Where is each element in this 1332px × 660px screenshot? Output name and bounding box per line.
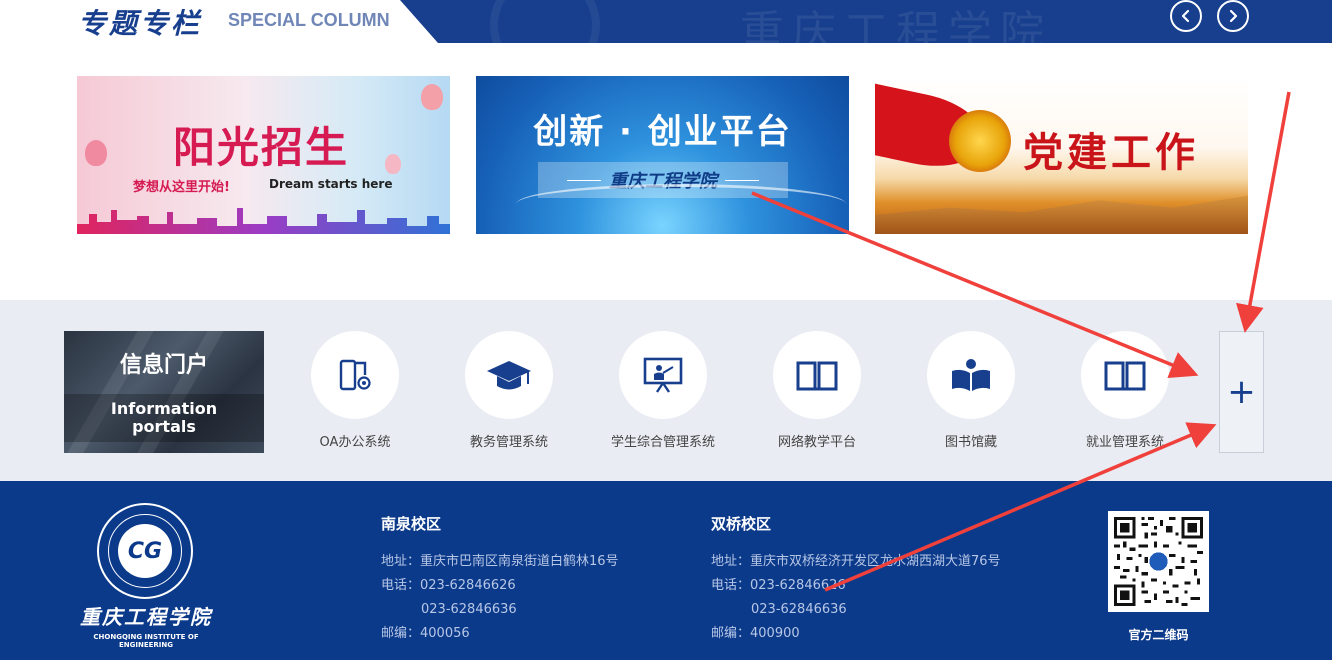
balloon <box>85 140 107 166</box>
open-book-icon <box>1104 361 1146 391</box>
banner-admissions-title: 阳光招生 <box>173 123 350 172</box>
school-logo: CG 重庆工程学院 CHONGQING INSTITUTE OF ENGINEE… <box>80 501 220 651</box>
next-button[interactable] <box>1217 0 1249 32</box>
cie-emblem-icon: CG <box>118 524 172 578</box>
system-label: OA办公系统 <box>319 435 391 450</box>
more-systems-button[interactable]: + <box>1219 331 1264 453</box>
system-student[interactable]: 学生综合管理系统 <box>593 331 733 450</box>
watermark-emblem <box>490 0 600 43</box>
system-icon-circle <box>465 331 553 419</box>
information-portal: 信息门户 Information portals OA办公系统 教务管理系统 学… <box>0 300 1332 481</box>
qr-code-icon <box>1114 517 1203 606</box>
portal-logo-en-line1: Information <box>110 399 218 418</box>
banner-innovation-title: 创新 · 创业平台 <box>533 112 792 152</box>
special-column-header: 专题专栏 SPECIAL COLUMN 重庆工程学院 <box>0 0 1332 43</box>
banner-admissions[interactable]: 阳光招生 梦想从这里开始! Dream starts here <box>77 76 450 234</box>
system-icon-circle <box>773 331 861 419</box>
portal-logo: 信息门户 Information portals <box>64 331 264 453</box>
system-icon-circle <box>311 331 399 419</box>
campus-shuangqiao: 双桥校区 地址：重庆市双桥经济开发区龙水湖西湖大道76号 电话：023-6284… <box>711 513 1001 646</box>
banner-party-title: 党建工作 <box>1023 129 1199 176</box>
footer: CG 重庆工程学院 CHONGQING INSTITUTE OF ENGINEE… <box>0 481 1332 660</box>
balloon <box>385 154 401 174</box>
reader-book-icon <box>952 359 990 391</box>
balloon <box>421 84 443 110</box>
system-icon-circle <box>619 331 707 419</box>
campus-address: 地址：重庆市巴南区南泉街道白鹤林16号 <box>381 554 619 569</box>
system-label: 教务管理系统 <box>469 435 548 450</box>
campus-postcode: 邮编：400900 <box>711 626 800 641</box>
system-icon-circle <box>1081 331 1169 419</box>
chevron-left-icon <box>1181 9 1190 23</box>
presentation-board-icon <box>643 357 683 393</box>
campus-address: 地址：重庆市双桥经济开发区龙水湖西湖大道76号 <box>711 554 1001 569</box>
open-book-icon <box>796 361 838 391</box>
system-label: 就业管理系统 <box>1085 435 1164 450</box>
campus-phone-2: 023-62846636 <box>421 602 517 617</box>
system-oa[interactable]: OA办公系统 <box>285 331 425 450</box>
chevron-right-icon <box>1229 9 1238 23</box>
watermark-text: 重庆工程学院 <box>740 7 1052 43</box>
system-label: 网络教学平台 <box>777 435 856 450</box>
portal-logo-title-cn: 信息门户 <box>119 353 208 378</box>
oa-document-icon <box>339 359 371 391</box>
campus-postcode: 邮编：400056 <box>381 626 470 641</box>
qr-code-label: 官方二维码 <box>1128 628 1189 642</box>
school-name-cn: 重庆工程学院 <box>80 605 212 629</box>
system-label: 学生综合管理系统 <box>610 435 715 450</box>
page: 专题专栏 SPECIAL COLUMN 重庆工程学院 阳光招生 梦想从这里开始!… <box>0 0 1332 660</box>
system-library[interactable]: 图书馆藏 <box>901 331 1041 450</box>
city-skyline <box>77 208 450 234</box>
banner-party-building[interactable]: 党建工作 <box>875 76 1248 234</box>
great-wall-image <box>875 195 1248 234</box>
system-label: 图书馆藏 <box>944 435 997 450</box>
campus-phone-2: 023-62846636 <box>751 602 847 617</box>
campus-name: 双桥校区 <box>711 515 772 533</box>
campus-phone: 电话：023-62846626 <box>711 578 846 593</box>
banner-admissions-subtitle-en: Dream starts here <box>269 177 393 191</box>
system-icon-circle <box>927 331 1015 419</box>
campus-nanquan: 南泉校区 地址：重庆市巴南区南泉街道白鹤林16号 电话：023-62846626… <box>381 513 619 646</box>
party-emblem-icon <box>949 110 1011 172</box>
light-swoosh <box>516 184 846 224</box>
portal-logo-title-en: Information portals <box>64 400 264 436</box>
campus-phone: 电话：023-62846626 <box>381 578 516 593</box>
divider <box>725 179 759 181</box>
banner-innovation[interactable]: 创新 · 创业平台 重庆工程学院 <box>476 76 849 234</box>
system-employment[interactable]: 就业管理系统 <box>1055 331 1195 450</box>
campus-name: 南泉校区 <box>381 515 442 533</box>
banner-admissions-subtitle: 梦想从这里开始! <box>133 180 230 195</box>
system-online-teaching[interactable]: 网络教学平台 <box>747 331 887 450</box>
qr-code <box>1108 511 1209 612</box>
special-column-title-cn: 专题专栏 <box>78 7 203 40</box>
school-name-en: CHONGQING INSTITUTE OF ENGINEERING <box>93 633 199 649</box>
special-column-title-en: SPECIAL COLUMN <box>228 10 390 30</box>
prev-button[interactable] <box>1170 0 1202 32</box>
annotation-arrow <box>1236 91 1291 333</box>
system-academic[interactable]: 教务管理系统 <box>439 331 579 450</box>
divider <box>567 179 601 181</box>
portal-logo-en-line2: portals <box>132 417 196 436</box>
graduation-cap-icon <box>487 361 531 390</box>
